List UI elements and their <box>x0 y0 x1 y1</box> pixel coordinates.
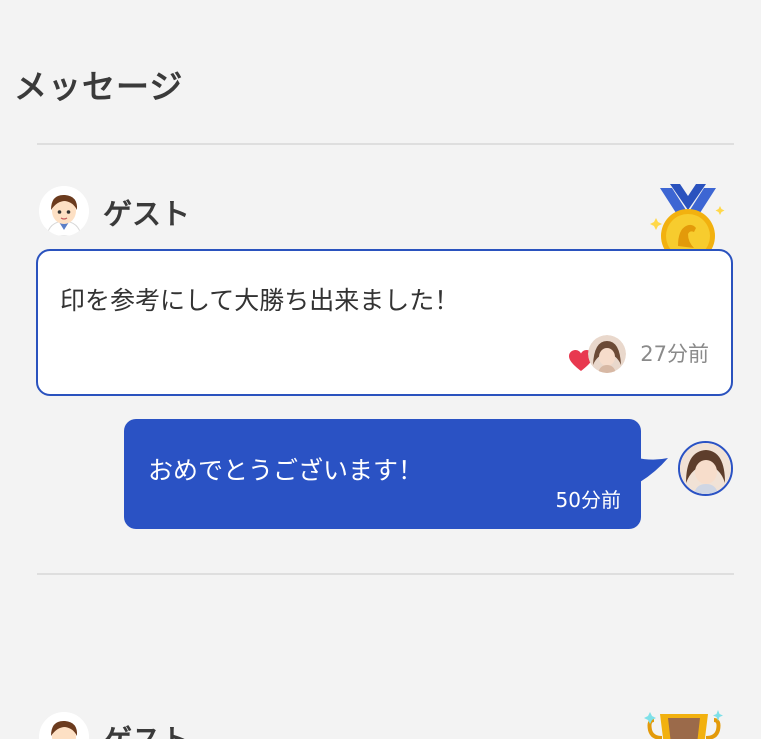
divider <box>37 143 734 145</box>
guest-avatar[interactable] <box>39 186 89 236</box>
message-time: 27分前 <box>640 342 709 366</box>
liker-avatar-icon <box>588 335 626 373</box>
reply-time: 50分前 <box>555 488 621 512</box>
host-avatar-icon <box>680 443 731 494</box>
guest-avatar-icon <box>39 186 89 236</box>
guest-avatar-icon <box>39 712 89 739</box>
reply-bubble-tail <box>630 456 668 482</box>
guest-name[interactable]: ゲスト <box>103 191 190 233</box>
reply-text: おめでとうございます！ <box>148 456 424 485</box>
message-text: 印を参考にして大勝ち出来ました！ <box>60 286 460 315</box>
page-title: メッセージ <box>14 67 184 106</box>
liker-avatar[interactable] <box>588 335 626 373</box>
host-avatar[interactable] <box>678 441 733 496</box>
guest-name[interactable]: ゲスト <box>103 717 190 739</box>
trophy-icon <box>644 710 723 739</box>
message-card[interactable]: 印を参考にして大勝ち出来ました！ 27分前 <box>36 249 733 396</box>
divider <box>37 573 734 575</box>
reply-bubble[interactable]: おめでとうございます！ 50分前 <box>124 419 641 529</box>
guest-avatar[interactable] <box>39 712 89 739</box>
